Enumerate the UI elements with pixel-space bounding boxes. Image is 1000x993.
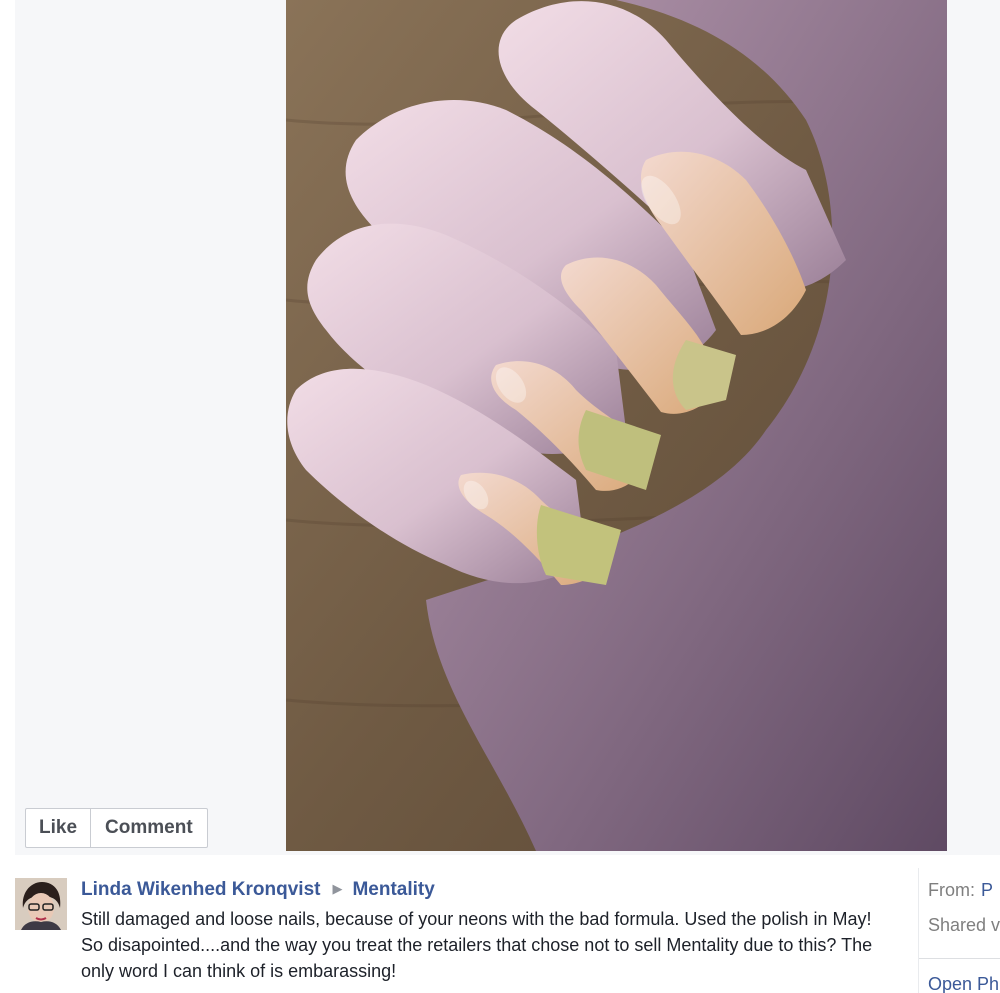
avatar[interactable] <box>15 878 67 930</box>
shared-with-label: Shared v <box>928 915 1000 935</box>
like-button[interactable]: Like <box>26 809 92 847</box>
post: Linda Wikenhed Kronqvist ▶ Mentality Still… <box>15 868 915 993</box>
post-photo[interactable] <box>286 0 947 851</box>
post-actions: Like Comment <box>25 808 208 848</box>
nails-photo-illustration <box>286 0 947 851</box>
triangle-right-icon: ▶ <box>332 881 343 896</box>
divider <box>919 958 1000 959</box>
open-photo-link[interactable]: Open Ph <box>928 974 999 993</box>
from-row: From: P <box>928 880 993 901</box>
from-link[interactable]: P <box>981 880 993 900</box>
avatar-image <box>15 878 67 930</box>
photo-info-column: From: P Shared v Open Ph <box>918 868 1000 993</box>
post-byline: Linda Wikenhed Kronqvist ▶ Mentality <box>81 879 435 901</box>
post-text: Still damaged and loose nails, because o… <box>81 909 873 981</box>
from-label: From: <box>928 880 975 900</box>
author-link[interactable]: Linda Wikenhed Kronqvist <box>81 879 320 900</box>
photo-stage <box>15 0 1000 855</box>
target-page-link[interactable]: Mentality <box>352 879 434 900</box>
comment-button[interactable]: Comment <box>91 809 207 847</box>
